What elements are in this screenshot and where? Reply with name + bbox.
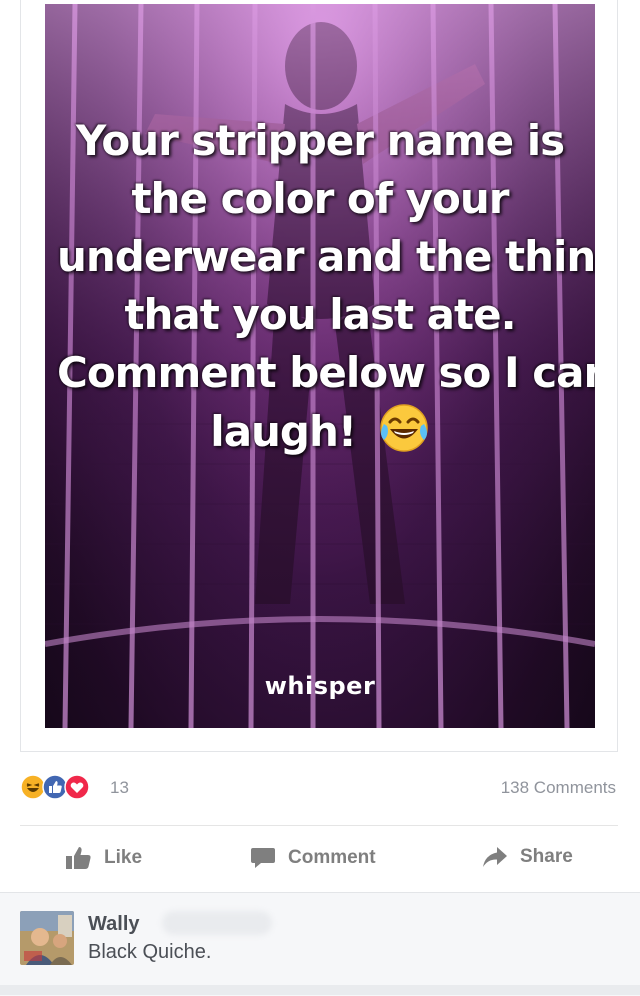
caption-line: underwear and the thing	[57, 232, 595, 281]
post-card: Your stripper name is the color of your …	[20, 0, 618, 752]
comments-section: Wally Black Quiche.	[0, 892, 640, 996]
comment-text: Black Quiche.	[88, 941, 212, 963]
caption-line: Comment below so I can	[57, 348, 595, 397]
comment-author-name[interactable]: Wally	[88, 913, 140, 936]
like-button[interactable]: Like	[66, 846, 142, 870]
profile-photo-icon	[20, 911, 74, 965]
bottom-edge	[0, 985, 640, 995]
share-arrow-icon	[483, 847, 507, 867]
comment-label: Comment	[288, 847, 376, 868]
redacted-surname	[162, 911, 272, 935]
whisper-watermark: whisper	[264, 672, 376, 700]
avatar[interactable]	[20, 911, 74, 965]
caption-last-line: laugh!	[57, 402, 583, 461]
caption-line: that you last ate.	[124, 290, 516, 339]
speech-bubble-icon	[251, 848, 275, 868]
image-caption: Your stripper name is the color of your …	[45, 112, 595, 461]
reactions-summary[interactable]: 13 138 Comments	[20, 772, 620, 804]
face-with-tears-of-joy-icon	[379, 404, 428, 452]
caption-line: the color of your	[131, 174, 509, 223]
divider	[20, 825, 618, 826]
share-label: Share	[520, 846, 573, 867]
comment-item: Wally Black Quiche.	[20, 911, 620, 971]
reaction-count[interactable]: 13	[110, 778, 129, 798]
caption-line: Your stripper name is	[75, 116, 565, 165]
caption-line: laugh!	[210, 407, 357, 456]
like-label: Like	[104, 847, 143, 868]
thumbs-up-icon	[66, 847, 91, 869]
post-actions: Like Comment Share	[20, 838, 618, 882]
love-reaction-icon	[64, 774, 90, 800]
reaction-icons[interactable]	[20, 774, 90, 800]
post-image[interactable]: Your stripper name is the color of your …	[45, 4, 595, 728]
facebook-post-screenshot: Your stripper name is the color of your …	[0, 0, 640, 996]
comment-button[interactable]: Comment	[250, 846, 376, 870]
share-button[interactable]: Share	[482, 846, 573, 868]
comments-count-link[interactable]: 138 Comments	[501, 778, 616, 798]
